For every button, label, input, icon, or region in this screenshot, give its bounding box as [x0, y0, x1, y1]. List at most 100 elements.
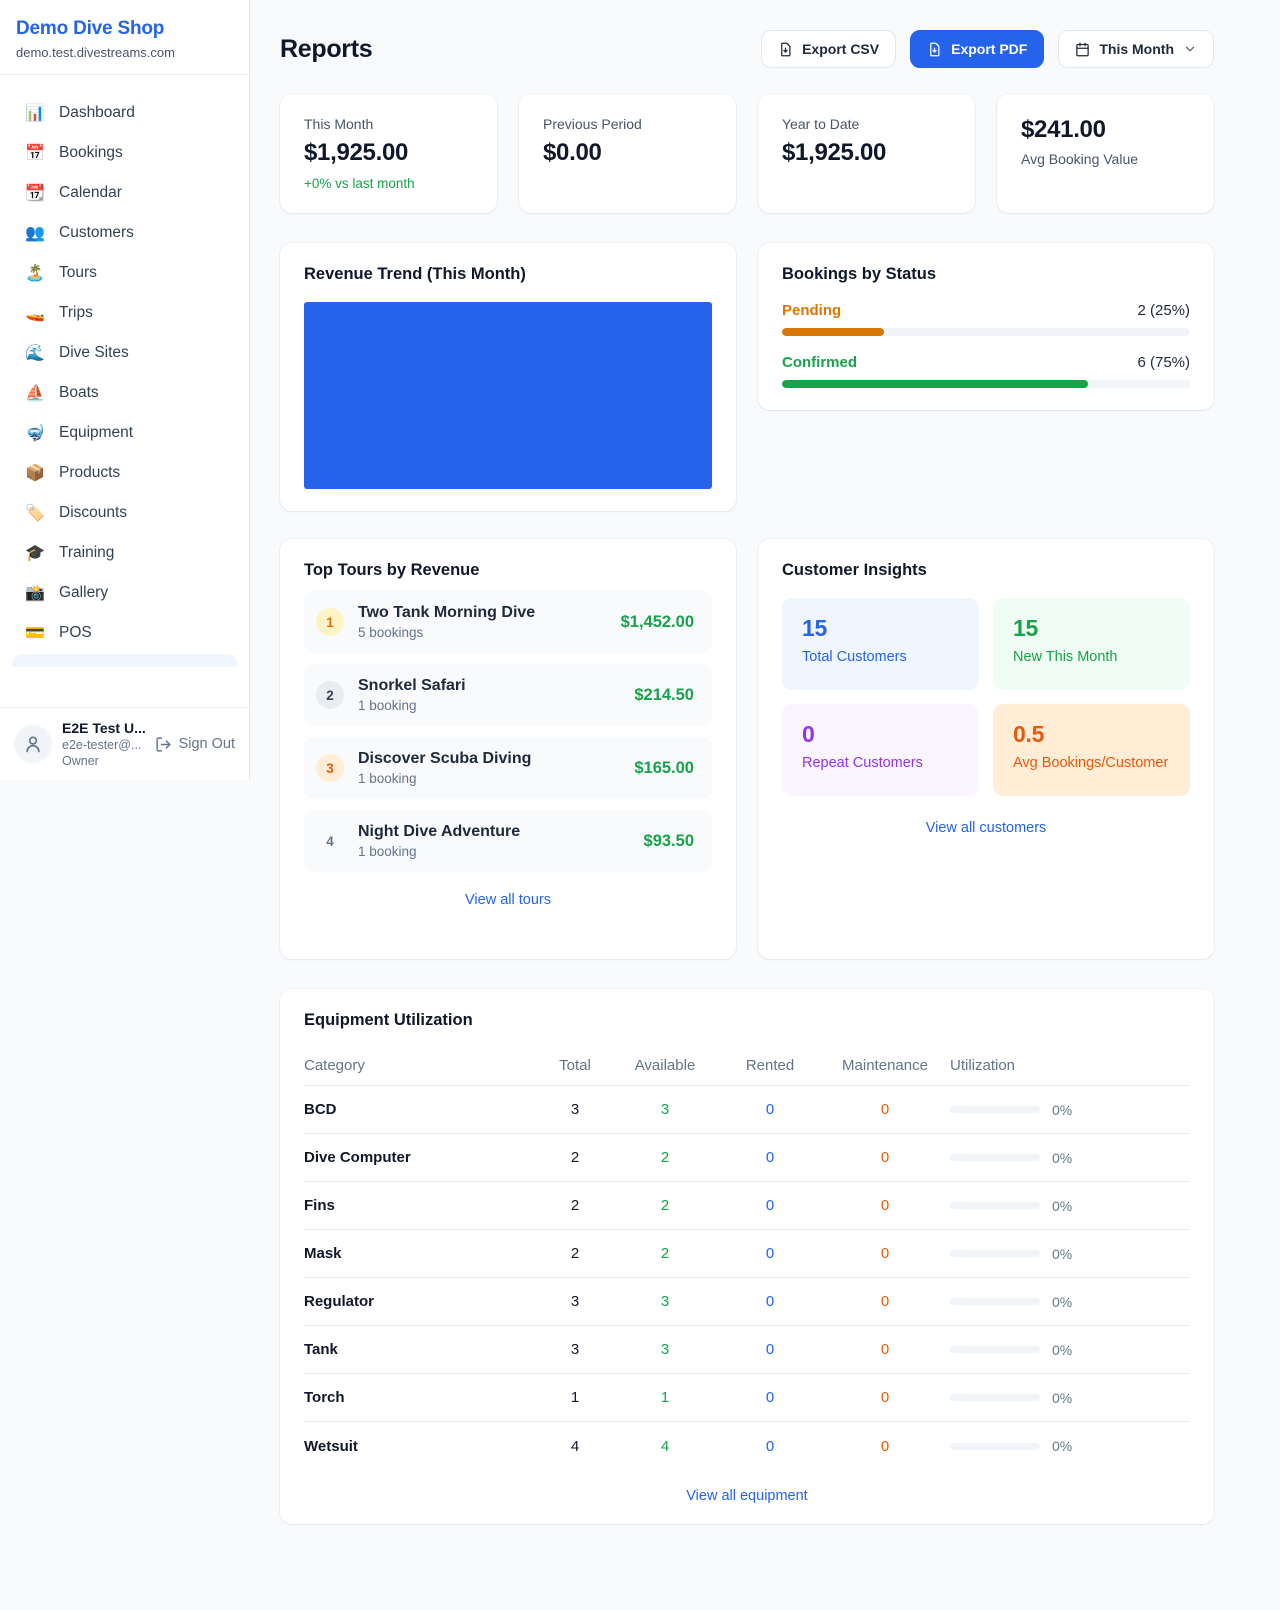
cell-rented: 0 [720, 1438, 820, 1455]
sidebar-item-calendar[interactable]: 📆Calendar [12, 173, 237, 213]
sidebar-item-trips[interactable]: 🚤Trips [12, 293, 237, 333]
table-row: Tank 3 3 0 0 0% [304, 1326, 1190, 1374]
sidebar-item-label: POS [59, 624, 92, 642]
column-header-available: Available [610, 1057, 720, 1074]
tour-name: Snorkel Safari [358, 677, 620, 695]
progress-fill-confirmed [782, 380, 1088, 388]
cell-maintenance: 0 [820, 1293, 950, 1310]
sidebar-item-gallery[interactable]: 📸Gallery [12, 573, 237, 613]
utilization-percent: 0% [1052, 1198, 1072, 1214]
equipment-icon: 🤿 [24, 423, 46, 443]
sidebar-item-pos[interactable]: 💳 POS [12, 613, 237, 653]
cell-utilization: 0% [950, 1294, 1190, 1310]
stat-card-avg-booking-value: $241.00 Avg Booking Value [997, 94, 1214, 213]
status-count: 2 (25%) [1137, 302, 1190, 319]
cell-category: BCD [304, 1101, 540, 1118]
sign-out-button[interactable]: Sign Out [155, 736, 235, 753]
sidebar-item-products[interactable]: 📦Products [12, 453, 237, 493]
stat-value: $1,925.00 [304, 139, 473, 167]
period-label: This Month [1099, 41, 1174, 57]
pos-icon: 💳 [24, 623, 46, 643]
sidebar-item-label: Boats [59, 384, 99, 402]
view-all-equipment-link[interactable]: View all equipment [304, 1488, 1190, 1504]
sidebar-item-label: Dive Sites [59, 344, 129, 362]
table-row: Torch 1 1 0 0 0% [304, 1374, 1190, 1422]
view-all-tours-link[interactable]: View all tours [304, 892, 712, 908]
utilization-percent: 0% [1052, 1246, 1072, 1262]
stat-label: Previous Period [543, 116, 712, 132]
column-header-maintenance: Maintenance [820, 1057, 950, 1074]
utilization-percent: 0% [1052, 1438, 1072, 1454]
rank-badge: 2 [316, 681, 344, 709]
user-meta: E2E Test U... e2e-tester@... Owner [62, 720, 145, 768]
sidebar-item-dashboard[interactable]: 📊Dashboard [12, 93, 237, 133]
main-content: Reports Export CSV Export PDF This Month… [250, 0, 1280, 1524]
sidebar-item-dive-sites[interactable]: 🌊Dive Sites [12, 333, 237, 373]
stat-value: $0.00 [543, 139, 712, 167]
insight-value: 15 [1013, 615, 1170, 642]
cell-category: Fins [304, 1197, 540, 1214]
sidebar-item-label: Customers [59, 224, 134, 242]
progress-fill-pending [782, 328, 884, 336]
sidebar-header: Demo Dive Shop demo.test.divestreams.com [0, 0, 249, 75]
cell-rented: 0 [720, 1101, 820, 1118]
tour-row: 1 Two Tank Morning Dive 5 bookings $1,45… [304, 591, 712, 653]
progress-track [782, 328, 1190, 336]
status-label: Confirmed [782, 354, 857, 371]
table-row: BCD 3 3 0 0 0% [304, 1086, 1190, 1134]
cell-maintenance: 0 [820, 1341, 950, 1358]
table-row: Mask 2 2 0 0 0% [304, 1230, 1190, 1278]
period-dropdown[interactable]: This Month [1058, 30, 1214, 68]
cell-rented: 0 [720, 1293, 820, 1310]
cell-category: Wetsuit [304, 1438, 540, 1455]
stats-row: This Month $1,925.00 +0% vs last month P… [280, 94, 1214, 213]
sidebar-item-label: Trips [59, 304, 93, 322]
sidebar-item-label: Tours [59, 264, 97, 282]
utilization-bar [950, 1106, 1040, 1113]
sidebar-item-customers[interactable]: 👥 Customers [12, 213, 237, 253]
export-csv-label: Export CSV [802, 41, 879, 57]
insight-tile-total-customers: 15 Total Customers [782, 598, 979, 690]
tour-amount: $165.00 [634, 759, 694, 778]
customers-icon: 👥 [24, 223, 46, 243]
cell-available: 1 [610, 1389, 720, 1406]
cell-utilization: 0% [950, 1246, 1190, 1262]
sidebar: Demo Dive Shop demo.test.divestreams.com… [0, 0, 250, 780]
insight-value: 0 [802, 721, 959, 748]
export-csv-button[interactable]: Export CSV [761, 30, 896, 68]
tour-bookings: 1 booking [358, 771, 620, 786]
tour-bookings: 1 booking [358, 698, 620, 713]
cell-maintenance: 0 [820, 1389, 950, 1406]
table-row: Fins 2 2 0 0 0% [304, 1182, 1190, 1230]
cell-available: 3 [610, 1101, 720, 1118]
cell-category: Torch [304, 1389, 540, 1406]
cell-maintenance: 0 [820, 1101, 950, 1118]
view-all-customers-link[interactable]: View all customers [782, 820, 1190, 836]
cell-available: 3 [610, 1341, 720, 1358]
sidebar-item-tours[interactable]: 🏝️Tours [12, 253, 237, 293]
cell-utilization: 0% [950, 1390, 1190, 1406]
utilization-bar [950, 1250, 1040, 1257]
utilization-percent: 0% [1052, 1390, 1072, 1406]
sidebar-item-reports-partial[interactable] [12, 654, 237, 667]
tour-amount: $1,452.00 [621, 613, 694, 632]
sidebar-item-equipment[interactable]: 🤿Equipment [12, 413, 237, 453]
cell-available: 2 [610, 1149, 720, 1166]
cell-maintenance: 0 [820, 1197, 950, 1214]
chevron-down-icon [1183, 42, 1197, 56]
utilization-bar [950, 1298, 1040, 1305]
sidebar-item-training[interactable]: 🎓Training [12, 533, 237, 573]
stat-label: Avg Booking Value [1021, 151, 1190, 167]
insights-row: Top Tours by Revenue 1 Two Tank Morning … [280, 539, 1214, 959]
sidebar-item-bookings[interactable]: 📅Bookings [12, 133, 237, 173]
sidebar-item-label: Training [59, 544, 114, 562]
file-download-icon [778, 42, 793, 57]
cell-rented: 0 [720, 1341, 820, 1358]
cell-category: Dive Computer [304, 1149, 540, 1166]
bookings-icon: 📅 [24, 143, 46, 163]
insight-label: New This Month [1013, 649, 1170, 665]
utilization-percent: 0% [1052, 1102, 1072, 1118]
export-pdf-button[interactable]: Export PDF [910, 30, 1044, 68]
sidebar-item-discounts[interactable]: 🏷️Discounts [12, 493, 237, 533]
sidebar-item-boats[interactable]: ⛵Boats [12, 373, 237, 413]
